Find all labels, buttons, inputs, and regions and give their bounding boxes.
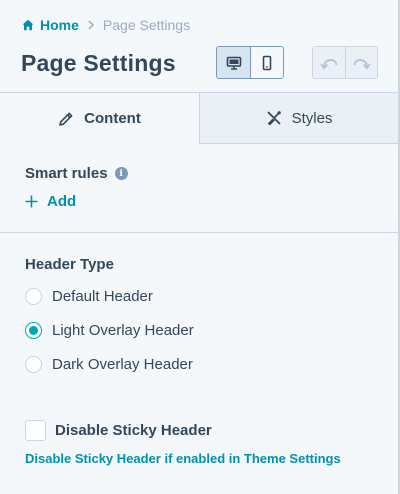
add-smart-rule-button[interactable]: Add	[25, 193, 76, 210]
mobile-view-button[interactable]	[250, 47, 283, 78]
smart-rules-heading: Smart rules i	[25, 165, 128, 182]
disable-sticky-header-checkbox-row[interactable]: Disable Sticky Header	[25, 420, 212, 441]
page-title: Page Settings	[21, 50, 176, 76]
radio-label: Light Overlay Header	[52, 322, 194, 339]
tab-styles-label: Styles	[291, 109, 333, 127]
header-type-heading: Header Type	[25, 256, 114, 273]
radio-button-selected[interactable]	[25, 322, 42, 339]
info-icon[interactable]: i	[114, 167, 128, 180]
desktop-icon	[226, 56, 241, 70]
radio-dark-overlay-header[interactable]: Dark Overlay Header	[25, 356, 193, 373]
radio-default-header[interactable]: Default Header	[25, 288, 153, 305]
desktop-view-button[interactable]	[217, 47, 250, 78]
tab-styles[interactable]: Styles	[199, 93, 398, 144]
settings-tabs: Content Styles	[0, 92, 398, 144]
history-buttons	[312, 46, 378, 79]
brush-icon	[266, 111, 281, 126]
redo-icon	[353, 58, 371, 69]
redo-button[interactable]	[345, 47, 377, 78]
radio-light-overlay-header[interactable]: Light Overlay Header	[25, 322, 194, 339]
home-icon	[22, 19, 34, 31]
radio-label: Default Header	[52, 288, 153, 305]
section-divider	[0, 232, 398, 233]
undo-button[interactable]	[313, 47, 345, 78]
breadcrumb-home-label: Home	[40, 17, 79, 33]
pencil-icon	[59, 112, 73, 126]
mobile-icon	[262, 55, 272, 70]
plus-icon	[25, 195, 38, 208]
device-toggle	[216, 46, 284, 79]
smart-rules-label: Smart rules	[25, 165, 108, 182]
add-smart-rule-label: Add	[47, 193, 77, 210]
tab-content[interactable]: Content	[0, 93, 199, 144]
radio-button[interactable]	[25, 356, 42, 373]
sticky-header-help-text: Disable Sticky Header if enabled in Them…	[25, 451, 341, 466]
breadcrumb: Home Page Settings	[22, 16, 190, 34]
disable-sticky-header-label: Disable Sticky Header	[55, 422, 212, 439]
disable-sticky-header-checkbox[interactable]	[25, 420, 46, 441]
tab-content-label: Content	[84, 110, 141, 127]
breadcrumb-home-link[interactable]: Home	[22, 17, 79, 33]
radio-button[interactable]	[25, 288, 42, 305]
breadcrumb-current: Page Settings	[102, 17, 191, 33]
undo-icon	[320, 58, 338, 69]
chevron-right-icon	[87, 20, 95, 30]
radio-label: Dark Overlay Header	[52, 356, 193, 373]
